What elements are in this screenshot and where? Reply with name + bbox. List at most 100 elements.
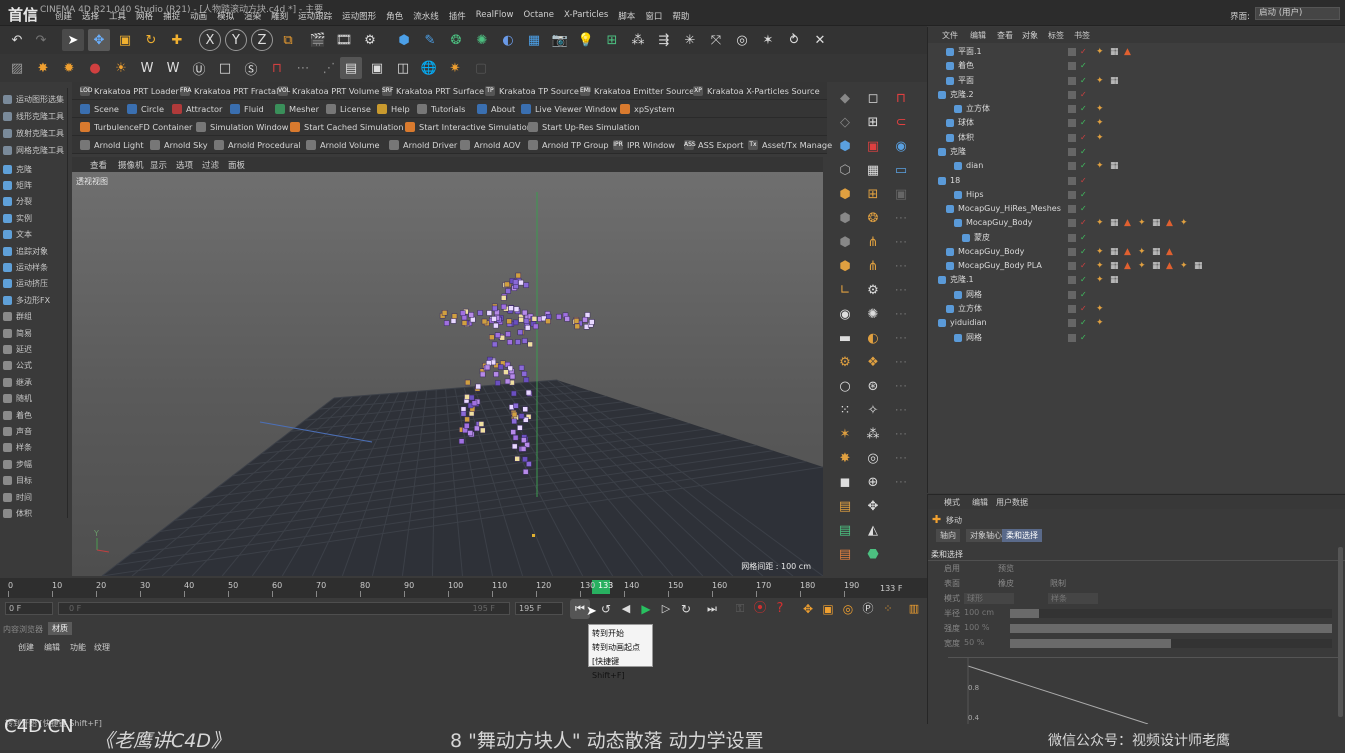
tag-icon[interactable]: ▦ [1110, 45, 1119, 59]
enable-check-icon[interactable]: ✓ [1080, 174, 1087, 188]
redo-icon[interactable]: ↷ [30, 29, 52, 51]
menu-item[interactable]: 工具 [109, 10, 126, 22]
next-key-icon[interactable]: ↻ [676, 599, 696, 619]
enable-check-icon[interactable]: ✓ [1080, 131, 1087, 145]
plugin-button[interactable]: Tx Asset/Tx Manager [748, 138, 835, 152]
left-tool-item[interactable]: 公式 [0, 358, 68, 374]
visibility-dots[interactable] [1068, 48, 1076, 56]
enable-check-icon[interactable]: ✓ [1080, 259, 1087, 273]
tag-icon[interactable]: ▲ [1166, 216, 1173, 230]
object-row[interactable]: 网格 ✓ [928, 288, 1345, 302]
plugin-button[interactable]: Attractor [172, 102, 222, 116]
xp-emitter-icon[interactable]: ⇶ [653, 29, 675, 51]
object-row[interactable]: 克隆 ✓ [928, 145, 1345, 159]
menu-item[interactable]: 捕捉 [163, 10, 180, 22]
slider-track[interactable] [1010, 609, 1332, 618]
tag-icon[interactable]: ▦ [1110, 216, 1119, 230]
object-row[interactable]: 体积 ✓ ✦ [928, 131, 1345, 145]
tag-icon[interactable]: ✦ [1096, 245, 1104, 259]
visibility-dots[interactable] [1068, 305, 1076, 314]
tool-icon[interactable]: ◭ [862, 520, 884, 542]
plugin-button[interactable]: FRA Krakatoa PRT Fractal [180, 84, 278, 98]
visibility-dots[interactable] [1068, 147, 1076, 156]
plugin-button[interactable]: Simulation Window [196, 120, 289, 134]
object-row[interactable]: 平面.1 ✓ ✦ ▦ ▲ [928, 45, 1345, 59]
object-menu-item[interactable]: 标签 [1048, 30, 1064, 41]
move-tool-icon[interactable]: ✥ [88, 29, 110, 51]
object-row[interactable]: 立方体 ✓ ✦ [928, 302, 1345, 316]
tool-icon[interactable]: ⋔ [862, 232, 884, 254]
object-row[interactable]: 克隆.1 ✓ ✦ ▦ [928, 273, 1345, 287]
tool-icon[interactable]: ▦ [862, 160, 884, 182]
tag-icon[interactable]: ▦ [1110, 259, 1119, 273]
left-tool-item[interactable]: 实例 [0, 211, 68, 227]
square-icon[interactable]: □ [214, 57, 236, 79]
left-tool-item[interactable]: 随机 [0, 391, 68, 407]
particles-icon[interactable]: ⁂ [627, 29, 649, 51]
xp-collider-icon[interactable]: ✶ [757, 29, 779, 51]
plugin-button[interactable]: TurbulenceFD Container [80, 120, 192, 134]
plugin-button[interactable]: xpSystem [620, 102, 675, 116]
object-row[interactable]: 立方体 ✓ ✦ [928, 102, 1345, 116]
snap-icon[interactable]: ⋯ [292, 57, 314, 79]
tool-icon[interactable]: ▤ [834, 520, 856, 542]
keyframe-icon[interactable]: ⚿ [730, 599, 750, 619]
tag-icon[interactable]: ✦ [1096, 159, 1104, 173]
plugin-button[interactable]: Arnold Driver [389, 138, 457, 152]
play-icon[interactable]: ▶ [636, 599, 656, 619]
tool-icon[interactable]: ✧ [862, 400, 884, 422]
tag-icon[interactable]: ▲ [1124, 45, 1131, 59]
tool-icon[interactable]: ▣ [862, 136, 884, 158]
menu-item[interactable]: RealFlow [476, 10, 514, 22]
visibility-dots[interactable] [1068, 205, 1076, 214]
range-slider[interactable]: 0 F 195 F [58, 602, 510, 615]
rotate-tool-icon[interactable]: ↻ [140, 29, 162, 51]
object-row[interactable]: 着色 ✓ [928, 59, 1345, 73]
enable-check-icon[interactable]: ✓ [1080, 102, 1087, 116]
plugin-button[interactable]: VOL Krakatoa PRT Volume [278, 84, 379, 98]
visibility-dots[interactable] [1068, 262, 1076, 271]
sun-icon[interactable]: ☀ [110, 57, 132, 79]
select-tool-icon[interactable]: ➤ [62, 29, 84, 51]
tool-icon[interactable]: ▭ [890, 160, 912, 182]
object-row[interactable]: MocapGuy_Body ✓ ✦ ▦ ▲ ✦ ▦ ▲ [928, 245, 1345, 259]
window2-icon[interactable]: ▣ [366, 57, 388, 79]
tool-icon[interactable]: ∟ [834, 280, 856, 302]
tool-icon[interactable]: ⋯ [890, 280, 912, 302]
left-tool-item[interactable]: 网格克隆工具 [0, 143, 68, 159]
visibility-dots[interactable] [1068, 319, 1076, 328]
key-rotate-icon[interactable]: ◎ [838, 599, 858, 619]
tool-icon[interactable]: ⬣ [862, 544, 884, 566]
visibility-dots[interactable] [1068, 219, 1076, 228]
prev-key-icon[interactable]: ↺ [596, 599, 616, 619]
tag-icon[interactable]: ▲ [1166, 259, 1173, 273]
xp-modifier-icon[interactable]: ⤧ [705, 29, 727, 51]
tool-icon[interactable]: ⋯ [890, 256, 912, 278]
tool-icon[interactable]: ⊞ [862, 184, 884, 206]
record-key-icon[interactable]: ⦿ [750, 599, 770, 619]
tag-icon[interactable]: ✦ [1096, 102, 1104, 116]
visibility-dots[interactable] [1068, 176, 1076, 185]
plugin-button[interactable]: Circle [127, 102, 164, 116]
x-axis-icon[interactable]: X [199, 29, 221, 51]
tool-icon[interactable]: ⋯ [890, 208, 912, 230]
menu-item[interactable]: 流水线 [413, 10, 439, 22]
tool-icon[interactable]: ❖ [862, 352, 884, 374]
menu-item[interactable]: 运动跟踪 [298, 10, 332, 22]
tool-icon[interactable]: ⋯ [890, 472, 912, 494]
left-tool-item[interactable]: 延迟 [0, 342, 68, 358]
attr-dropdown[interactable]: 球形 [964, 593, 1014, 604]
plugin-button[interactable]: LOD Krakatoa PRT Loader [80, 84, 179, 98]
left-tool-item[interactable]: 运动图形选集 [0, 92, 68, 108]
viewport-menu-item[interactable]: 摄像机 [118, 159, 144, 171]
tool-icon[interactable]: ⬢ [834, 232, 856, 254]
perspective-viewport[interactable]: Y 透视视图 网格间距 : 100 cm [72, 172, 823, 576]
timeline-window-icon[interactable]: ▥ [904, 599, 924, 619]
magnet-icon[interactable]: ⊓ [266, 57, 288, 79]
deformer-icon[interactable]: ◐ [497, 29, 519, 51]
tool-icon[interactable]: ◐ [862, 328, 884, 350]
s-icon[interactable]: Ⓢ [240, 57, 262, 79]
tool-icon[interactable]: ⊞ [862, 112, 884, 134]
tag-icon[interactable]: ✦ [1096, 116, 1104, 130]
menu-item[interactable]: 渲染 [244, 10, 261, 22]
